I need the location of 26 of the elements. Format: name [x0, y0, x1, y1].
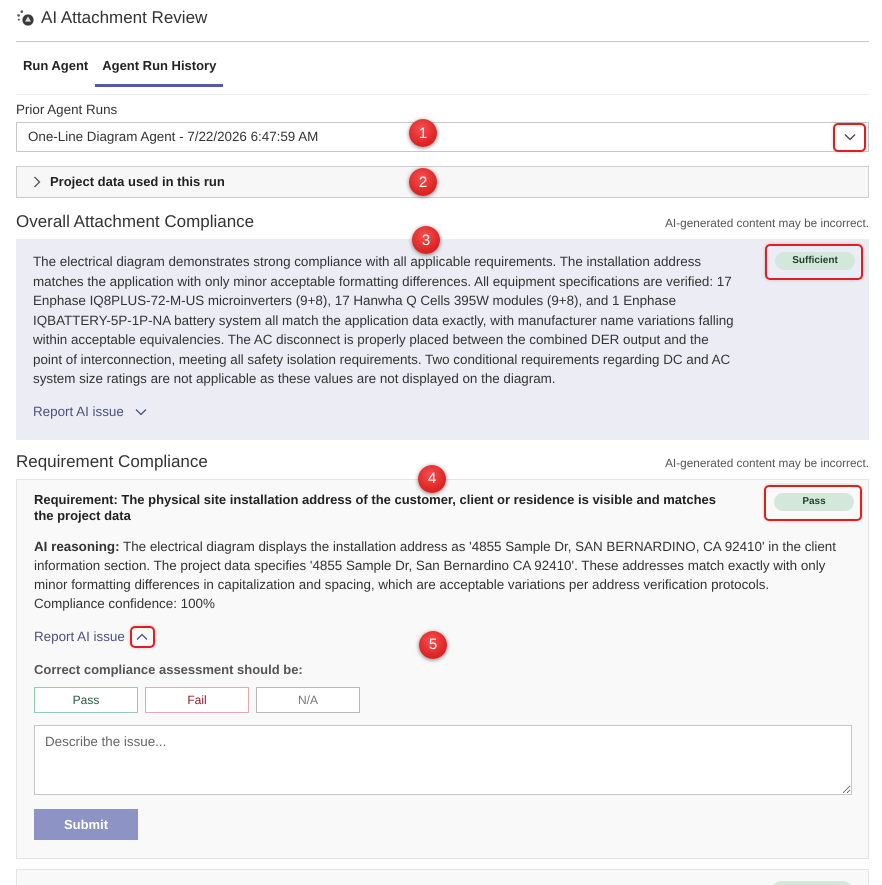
summary-text: The electrical diagram demonstrates strong compliance with all applicable requirements. The installation address matches the application with only minor acceptable formatting differences. All equipment specifications are verified: 17 Enphase IQ8PLUS-72-M-US microinverters (9+8), 17 Hanwha Q Cells 395W modules (9+8), and 1 Enphase IQBATTERY-5P-1P-NA battery system all match the application data exactly, with manufacturer name variations falling within acceptable equivalencies. The AC disconnect is properly placed between the combined DER output and the point of interconnection, meeting all safety isolation requirements. Two conditional requirements regarding DC and AC system size ratings are not applicable as these values are not displayed on the diagram. [33, 253, 735, 388]
issue-field[interactable]: Describe the issue... [34, 724, 852, 794]
callout-marker: 3 [412, 226, 440, 254]
tab[interactable]: Run Agent [16, 57, 96, 87]
disclaimer-text: AI-generated content may be incorrect. [665, 216, 869, 230]
assessment-option[interactable]: Pass [34, 686, 138, 712]
disclaimer-text: AI-generated content may be incorrect. [665, 456, 869, 470]
confidence-text: Compliance confidence: 100% [34, 594, 216, 612]
assessment-option[interactable]: N/A [256, 686, 360, 712]
page-title: AI Attachment Review [41, 7, 208, 29]
assessment-prompt: Correct compliance assessment should be: [34, 662, 304, 678]
report-issue-link[interactable]: Report AI issue [33, 402, 147, 422]
assessment-option[interactable]: Fail [145, 686, 249, 712]
section-heading: Requirement Compliance [16, 450, 208, 472]
callout-marker: 5 [419, 630, 447, 658]
field-label: Prior Agent Runs [16, 102, 118, 118]
chevron-down-icon [844, 133, 856, 141]
status-badge: Pass [774, 492, 854, 510]
report-issue-link[interactable]: Report AI issue [34, 626, 155, 648]
sparkle-circle-icon [17, 10, 34, 26]
tab[interactable]: Agent Run History [95, 57, 224, 87]
status-badge: Sufficient [775, 252, 855, 270]
reasoning-text: AI reasoning: The electrical diagram displays the installation address as '4855 Sample Dr, SAN BERNARDINO, CA 92410' in the client information section. The project data specifies '4855 Sample Dr, San Bernardino CA 92410'. These addresses match exactly with only minor formatting differences in capitalization and spacing, which are acceptable variations per address verification protocols. [34, 538, 837, 594]
callout-marker: 4 [418, 464, 446, 492]
section-heading: Overall Attachment Compliance [16, 211, 254, 233]
requirement-text: Requirement: The physical site installation address of the customer, client or residence is visible and matches the project data [34, 492, 717, 524]
